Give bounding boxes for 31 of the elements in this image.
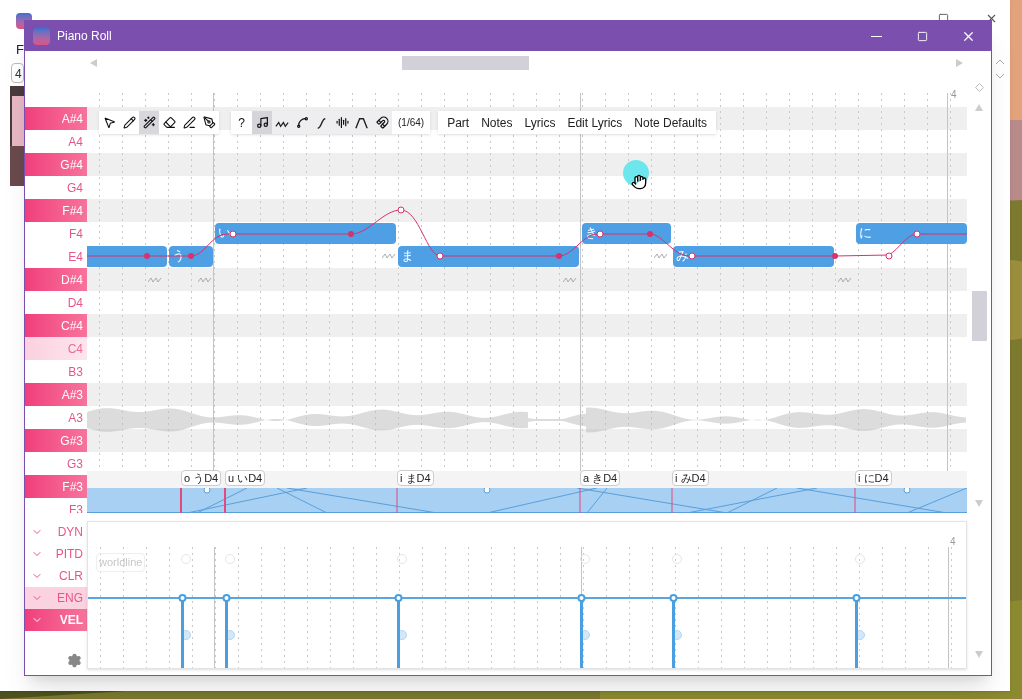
piano-key[interactable]: C#4: [25, 314, 87, 337]
piano-key[interactable]: A#3: [25, 383, 87, 406]
piano-key[interactable]: G#4: [25, 153, 87, 176]
note-bar[interactable]: い: [215, 223, 396, 244]
snap-label[interactable]: (1/64): [392, 111, 431, 134]
piano-key[interactable]: F#3: [25, 475, 87, 498]
piano-key[interactable]: F#4: [25, 199, 87, 222]
tab[interactable]: Lyrics: [518, 113, 562, 132]
piano-key[interactable]: G#3: [25, 429, 87, 452]
phoneme-label[interactable]: a きD4: [580, 470, 621, 486]
expression-tab[interactable]: ENG: [25, 587, 87, 609]
phoneme-label[interactable]: u いD4: [225, 470, 266, 486]
bar-number: 4: [950, 535, 956, 549]
bar-number: 4: [951, 88, 957, 102]
help-button[interactable]: ?: [231, 111, 252, 134]
phoneme-label[interactable]: i まD4: [397, 470, 434, 486]
piano-key[interactable]: A#4: [25, 107, 87, 130]
piano-key[interactable]: C4: [25, 337, 87, 360]
phoneme-label[interactable]: i みD4: [672, 470, 709, 486]
tab[interactable]: Part: [441, 113, 476, 132]
menu-item[interactable]: F: [16, 40, 24, 60]
piano-key[interactable]: D#4: [25, 268, 87, 291]
phoneme-label[interactable]: i にD4: [855, 470, 892, 486]
tab[interactable]: Edit Lyrics: [561, 113, 629, 132]
phoneme-label[interactable]: o うD4: [181, 470, 222, 486]
expression-tab[interactable]: VEL: [25, 609, 87, 631]
note-bar[interactable]: ま: [398, 246, 579, 267]
note-bar[interactable]: に: [856, 223, 967, 244]
window-title: Piano Roll: [57, 28, 112, 45]
tab[interactable]: Notes: [475, 113, 519, 132]
tab[interactable]: Note Defaults: [628, 113, 713, 132]
